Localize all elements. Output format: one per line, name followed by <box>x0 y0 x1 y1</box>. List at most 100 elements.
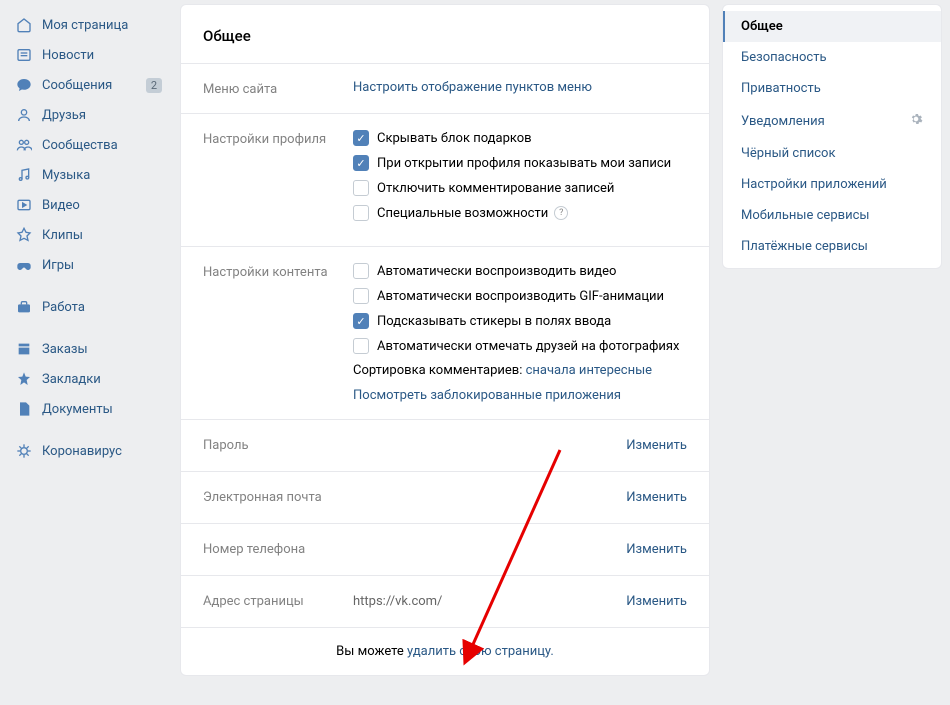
nav-label: Игры <box>42 258 162 273</box>
nav-label: Коронавирус <box>42 444 162 459</box>
nav-documents[interactable]: Документы <box>8 394 168 424</box>
tab-label: Безопасность <box>741 50 827 65</box>
checkbox-auto-tag-friends[interactable] <box>353 338 369 354</box>
delete-page-row: Вы можете удалить свою страницу. <box>181 627 709 675</box>
clips-icon <box>14 225 34 245</box>
checkbox-label: Автоматически отмечать друзей на фотогра… <box>377 339 679 354</box>
change-phone-link[interactable]: Изменить <box>626 542 687 557</box>
nav-label: Новости <box>42 48 162 63</box>
row-label: Номер телефона <box>203 542 353 557</box>
section-content-settings: Настройки контента Автоматически воспрои… <box>181 246 709 419</box>
tab-label: Уведомления <box>741 114 825 129</box>
settings-panel: Общее Меню сайта Настроить отображение п… <box>180 4 710 676</box>
music-icon <box>14 165 34 185</box>
blocked-apps-link[interactable]: Посмотреть заблокированные приложения <box>353 388 621 403</box>
row-label: Пароль <box>203 438 353 453</box>
home-icon <box>14 15 34 35</box>
nav-news[interactable]: Новости <box>8 40 168 70</box>
nav-label: Видео <box>42 198 162 213</box>
games-icon <box>14 255 34 275</box>
settings-tab-blacklist[interactable]: Чёрный список <box>723 138 941 169</box>
messages-icon <box>14 75 34 95</box>
nav-label: Друзья <box>42 108 162 123</box>
groups-icon <box>14 135 34 155</box>
configure-menu-link[interactable]: Настроить отображение пунктов меню <box>353 80 592 95</box>
page-title: Общее <box>181 27 709 63</box>
footer-prefix: Вы можете <box>336 644 407 659</box>
checkbox-autoplay-gif[interactable] <box>353 288 369 304</box>
nav-label: Работа <box>42 300 162 315</box>
settings-tab-privacy[interactable]: Приватность <box>723 73 941 104</box>
checkbox-label: Автоматически воспроизводить видео <box>377 264 616 279</box>
settings-tab-apps[interactable]: Настройки приложений <box>723 169 941 200</box>
change-address-link[interactable]: Изменить <box>626 594 687 609</box>
section-label: Настройки профиля <box>203 130 353 230</box>
settings-tab-notifications[interactable]: Уведомления <box>723 104 941 138</box>
nav-label: Сообщения <box>42 78 146 93</box>
nav-label: Музыка <box>42 168 162 183</box>
tab-label: Приватность <box>741 81 821 96</box>
nav-label: Закладки <box>42 372 162 387</box>
friends-icon <box>14 105 34 125</box>
row-label: Электронная почта <box>203 490 353 505</box>
section-label: Меню сайта <box>203 80 353 97</box>
change-email-link[interactable]: Изменить <box>626 490 687 505</box>
covid-icon <box>14 441 34 461</box>
checkbox-autoplay-video[interactable] <box>353 263 369 279</box>
row-label: Адрес страницы <box>203 594 353 609</box>
settings-tab-payments[interactable]: Платёжные сервисы <box>723 231 941 262</box>
checkbox-label: Автоматически воспроизводить GIF-анимаци… <box>377 289 664 304</box>
checkbox-disable-comments[interactable] <box>353 180 369 196</box>
nav-orders[interactable]: Заказы <box>8 334 168 364</box>
nav-label: Клипы <box>42 228 162 243</box>
nav-messages[interactable]: Сообщения 2 <box>8 70 168 100</box>
row-email: Электронная почта Изменить <box>181 471 709 523</box>
checkbox-accessibility[interactable] <box>353 205 369 221</box>
gear-icon[interactable] <box>909 112 923 130</box>
checkbox-show-posts[interactable] <box>353 155 369 171</box>
row-phone: Номер телефона Изменить <box>181 523 709 575</box>
checkbox-sticker-hints[interactable] <box>353 313 369 329</box>
help-icon[interactable]: ? <box>554 206 568 220</box>
checkbox-hide-gifts[interactable] <box>353 130 369 146</box>
tab-label: Общее <box>741 19 783 34</box>
nav-work[interactable]: Работа <box>8 292 168 322</box>
checkbox-label: Подсказывать стикеры в полях ввода <box>377 314 611 329</box>
nav-bookmarks[interactable]: Закладки <box>8 364 168 394</box>
row-page-address: Адрес страницы https://vk.com/ Изменить <box>181 575 709 627</box>
row-value: https://vk.com/ <box>353 594 626 609</box>
nav-groups[interactable]: Сообщества <box>8 130 168 160</box>
nav-label: Сообщества <box>42 138 162 153</box>
tab-label: Платёжные сервисы <box>741 239 868 254</box>
section-site-menu: Меню сайта Настроить отображение пунктов… <box>181 63 709 113</box>
section-profile-settings: Настройки профиля Скрывать блок подарков… <box>181 113 709 246</box>
sort-order-link[interactable]: сначала интересные <box>526 363 652 378</box>
checkbox-label: Отключить комментирование записей <box>377 181 614 196</box>
documents-icon <box>14 399 34 419</box>
change-password-link[interactable]: Изменить <box>626 438 687 453</box>
nav-label: Заказы <box>42 342 162 357</box>
settings-sidebar: Общее Безопасность Приватность Уведомлен… <box>722 4 942 269</box>
settings-tab-mobile[interactable]: Мобильные сервисы <box>723 200 941 231</box>
nav-games[interactable]: Игры <box>8 250 168 280</box>
nav-clips[interactable]: Клипы <box>8 220 168 250</box>
checkbox-label: Специальные возможности <box>377 206 548 221</box>
checkbox-label: При открытии профиля показывать мои запи… <box>377 156 671 171</box>
nav-label: Документы <box>42 402 162 417</box>
delete-page-link[interactable]: удалить свою страницу. <box>407 644 554 659</box>
settings-tab-general[interactable]: Общее <box>723 11 941 42</box>
tab-label: Чёрный список <box>741 146 835 161</box>
tab-label: Мобильные сервисы <box>741 208 869 223</box>
bookmark-icon <box>14 369 34 389</box>
video-icon <box>14 195 34 215</box>
nav-video[interactable]: Видео <box>8 190 168 220</box>
nav-music[interactable]: Музыка <box>8 160 168 190</box>
left-sidebar: Моя страница Новости Сообщения 2 Друзья … <box>8 4 168 676</box>
nav-friends[interactable]: Друзья <box>8 100 168 130</box>
row-password: Пароль Изменить <box>181 419 709 471</box>
nav-my-page[interactable]: Моя страница <box>8 10 168 40</box>
nav-covid[interactable]: Коронавирус <box>8 436 168 466</box>
settings-tab-security[interactable]: Безопасность <box>723 42 941 73</box>
messages-badge: 2 <box>146 78 162 93</box>
tab-label: Настройки приложений <box>741 177 887 192</box>
